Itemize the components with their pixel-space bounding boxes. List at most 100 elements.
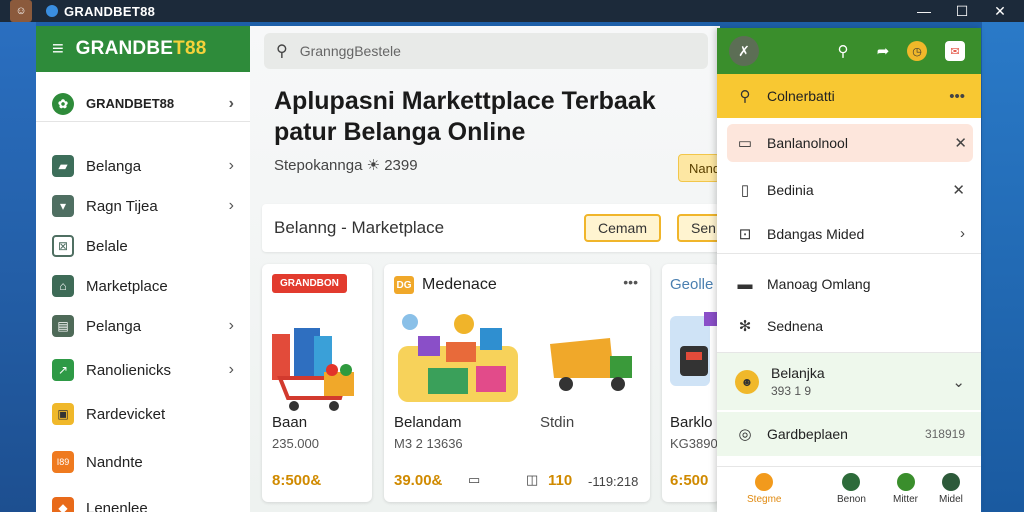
chevron-down-icon[interactable]: ⌄ (952, 373, 965, 391)
more-options-icon[interactable]: ••• (623, 274, 638, 290)
hamburger-menu-icon[interactable]: ≡ (52, 38, 64, 61)
main-content: ⚲ GrannggBestele Aplupasni Markettplace … (250, 26, 720, 512)
sidebar-item-lenenlee[interactable]: ◆ Lenenlee (36, 490, 250, 512)
card-name: Baan (272, 414, 308, 431)
search-icon: ⚲ (276, 43, 288, 60)
check-icon (896, 473, 915, 491)
sidebar-item-rardevicket[interactable]: ▣ Rardevicket (36, 396, 250, 432)
search-icon: ⚲ (739, 88, 751, 105)
notification-icon[interactable]: ✉ (945, 41, 965, 61)
card-extra-price: -119:218 (588, 474, 639, 489)
panel-item-label: Belanjka (771, 365, 825, 381)
ticket-icon: ▣ (52, 403, 74, 425)
panel-item-sednena[interactable]: ✻ Sednena (717, 306, 981, 346)
card-icon: ▬ (737, 275, 753, 293)
panel-item-bdangas-mided[interactable]: ⊡ Bdangas Mided › (717, 214, 981, 254)
store-icon: ▰ (52, 155, 74, 177)
search-input[interactable]: ⚲ GrannggBestele (264, 33, 708, 69)
person-icon (755, 473, 774, 491)
close-icon[interactable]: ✕ (952, 181, 965, 199)
card-header: Geolle (670, 276, 714, 293)
panel-item-manoag-omlang[interactable]: ▬ Manoag Omlang (717, 264, 981, 304)
panel-item-banlanolnool[interactable]: ▭ Banlanolnool ✕ (727, 124, 973, 162)
chevron-right-icon: › (228, 157, 234, 174)
card-price: 6:500 (670, 472, 709, 489)
desktop-background-left (0, 22, 36, 512)
sidebar-item-belale[interactable]: ⊠ Belale (36, 228, 250, 264)
footer-label: Mitter (893, 494, 918, 505)
badge-icon: I89 (52, 451, 74, 473)
card-subtitle: KG3890 (670, 436, 718, 451)
panel-item-colnerbatti[interactable]: ⚲ Colnerbatti ••• (717, 74, 981, 118)
sidebar-brand-row-label: GRANDBET88 (86, 96, 175, 111)
clock-icon: ◫ (526, 472, 539, 487)
panel-item-label: Sednena (767, 318, 824, 334)
product-card[interactable]: DG Medenace ••• Belandam M3 2 13636 Stdi… (384, 264, 650, 502)
user-avatar[interactable]: ☺ (10, 0, 32, 22)
chevron-right-icon: › (228, 317, 234, 334)
sidebar-item-marketplace[interactable]: ⌂ Marketplace (36, 268, 250, 304)
footer-item-midel[interactable]: Midel (939, 473, 963, 505)
cemam-button[interactable]: Cemam (584, 214, 662, 242)
panel-item-label: Colnerbatti (767, 88, 835, 104)
maximize-button[interactable]: ☐ (942, 0, 982, 22)
card-name: Barklo (670, 414, 713, 431)
footer-item-mitter[interactable]: Mitter (893, 473, 918, 505)
sidebar-item-label: Nandnte (86, 453, 143, 471)
product-card[interactable]: GRANDBON Baan 235.000 8:500& (262, 264, 372, 502)
sidebar: ≡ GRANDBET88 ✿ GRANDBET88 › ▰ Belanga › … (36, 26, 250, 512)
close-icon[interactable]: ✕ (954, 134, 967, 152)
sidebar-brand-row[interactable]: ✿ GRANDBET88 › (36, 86, 250, 122)
chevron-right-icon: › (228, 361, 234, 378)
account-icon (842, 473, 861, 491)
desktop-background-right (982, 22, 1024, 512)
hero-title: Aplupasni Markettplace Terbaak patur Bel… (274, 87, 656, 146)
card-price: 8:500& (272, 472, 322, 489)
more-options-icon[interactable]: ••• (949, 88, 965, 105)
book-icon: ▯ (740, 182, 750, 199)
calendar-icon[interactable]: ▭ (468, 472, 480, 488)
gift-icon: ◆ (52, 497, 74, 512)
sidebar-item-label: Belanga (86, 157, 142, 175)
share-icon[interactable]: ➦ (871, 39, 895, 63)
minimize-button[interactable]: — (904, 0, 944, 22)
sidebar-item-ragn-tijea[interactable]: ▾ Ragn Tijea › (36, 188, 250, 224)
shop-icon: ⌂ (52, 275, 74, 297)
category-bar: Belanng - Marketplace Cemam Sen (262, 204, 720, 252)
panel-item-label: Bdangas Mided (767, 225, 865, 242)
card-subtitle: 235.000 (272, 436, 319, 451)
panel-item-value: 318919 (924, 427, 965, 441)
hero-button[interactable]: Nand (678, 154, 720, 182)
panel-header: ✗ ⚲ ➦ ◷ ✉ (717, 28, 981, 74)
circle-icon: ◎ (738, 426, 752, 443)
footer-label: Stegme (747, 494, 782, 505)
category-logo-icon: DG (394, 276, 414, 294)
sidebar-item-ranolienicks[interactable]: ↗ Ranolienicks › (36, 352, 250, 388)
search-icon[interactable]: ⚲ (831, 39, 855, 63)
product-card[interactable]: Geolle Barklo KG3890 6:500 (662, 264, 720, 502)
timer-icon[interactable]: ◷ (907, 41, 927, 61)
footer-label: Midel (939, 494, 963, 505)
footer-item-benon[interactable]: Benon (837, 473, 866, 505)
sidebar-item-belanga[interactable]: ▰ Belanga › (36, 148, 250, 184)
panel-item-label: Banlanolnool (767, 135, 848, 151)
hero-subtitle: Stepokanng⁠a ☀ 2399 (274, 157, 418, 174)
window-title: GRANDBET88 (64, 3, 156, 19)
panel-item-gardbeplaen[interactable]: ◎ Gardbeplaen 318919 (717, 412, 981, 456)
panel-item-bedinia[interactable]: ▯ Bedinia ✕ (717, 170, 981, 210)
box-icon: ▾ (52, 195, 74, 217)
footer-item-stegme[interactable]: Stegme (747, 473, 781, 505)
chevron-right-icon: › (960, 225, 965, 242)
sen-button[interactable]: Sen (677, 214, 720, 242)
sidebar-item-label: Rardevicket (86, 405, 166, 423)
sidebar-item-nandnte[interactable]: I89 Nandnte (36, 444, 250, 480)
card-price: 39.00& (394, 472, 443, 489)
close-window-button[interactable]: ✕ (980, 0, 1020, 22)
sidebar-item-pelanga[interactable]: ▤ Pelanga › (36, 308, 250, 344)
panel-avatar[interactable]: ✗ (729, 36, 759, 66)
gear-logo-icon: ✿ (52, 92, 74, 115)
sidebar-item-label: Pelanga (86, 317, 142, 335)
chevron-right-icon: › (228, 197, 234, 214)
panel-item-belanjka[interactable]: ☻ Belanjka 393 1 9 ⌄ (717, 352, 981, 410)
settings-icon: ✻ (738, 318, 752, 335)
